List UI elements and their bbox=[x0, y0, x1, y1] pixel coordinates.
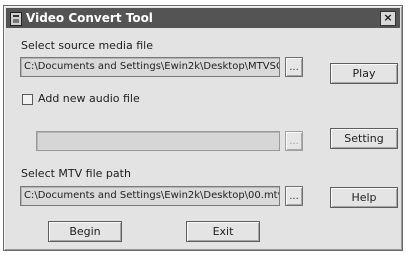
setting-button[interactable]: Setting bbox=[330, 128, 398, 149]
help-button[interactable]: Help bbox=[330, 187, 398, 208]
add-audio-checkbox[interactable] bbox=[22, 94, 33, 105]
begin-button[interactable]: Begin bbox=[48, 221, 122, 242]
audio-path-field[interactable] bbox=[36, 131, 280, 151]
source-path-field[interactable]: C:\Documents and Settings\Ewin2k\Desktop… bbox=[20, 57, 280, 77]
source-file-label: Select source media file bbox=[21, 39, 153, 52]
source-browse-button[interactable]: ... bbox=[285, 57, 303, 77]
title-bar[interactable]: Video Convert Tool × bbox=[6, 8, 400, 28]
add-audio-label: Add new audio file bbox=[38, 92, 140, 105]
window-title: Video Convert Tool bbox=[26, 11, 153, 25]
app-icon bbox=[10, 12, 22, 26]
video-convert-tool-window: Video Convert Tool × Select source media… bbox=[3, 5, 403, 251]
mtv-browse-button[interactable]: ... bbox=[285, 186, 303, 206]
exit-button[interactable]: Exit bbox=[186, 221, 260, 242]
mtv-path-label: Select MTV file path bbox=[21, 167, 131, 180]
play-button[interactable]: Play bbox=[330, 63, 398, 84]
audio-browse-button[interactable]: ... bbox=[285, 131, 303, 151]
mtv-path-field[interactable]: C:\Documents and Settings\Ewin2k\Desktop… bbox=[20, 186, 280, 206]
close-button[interactable]: × bbox=[380, 11, 396, 26]
